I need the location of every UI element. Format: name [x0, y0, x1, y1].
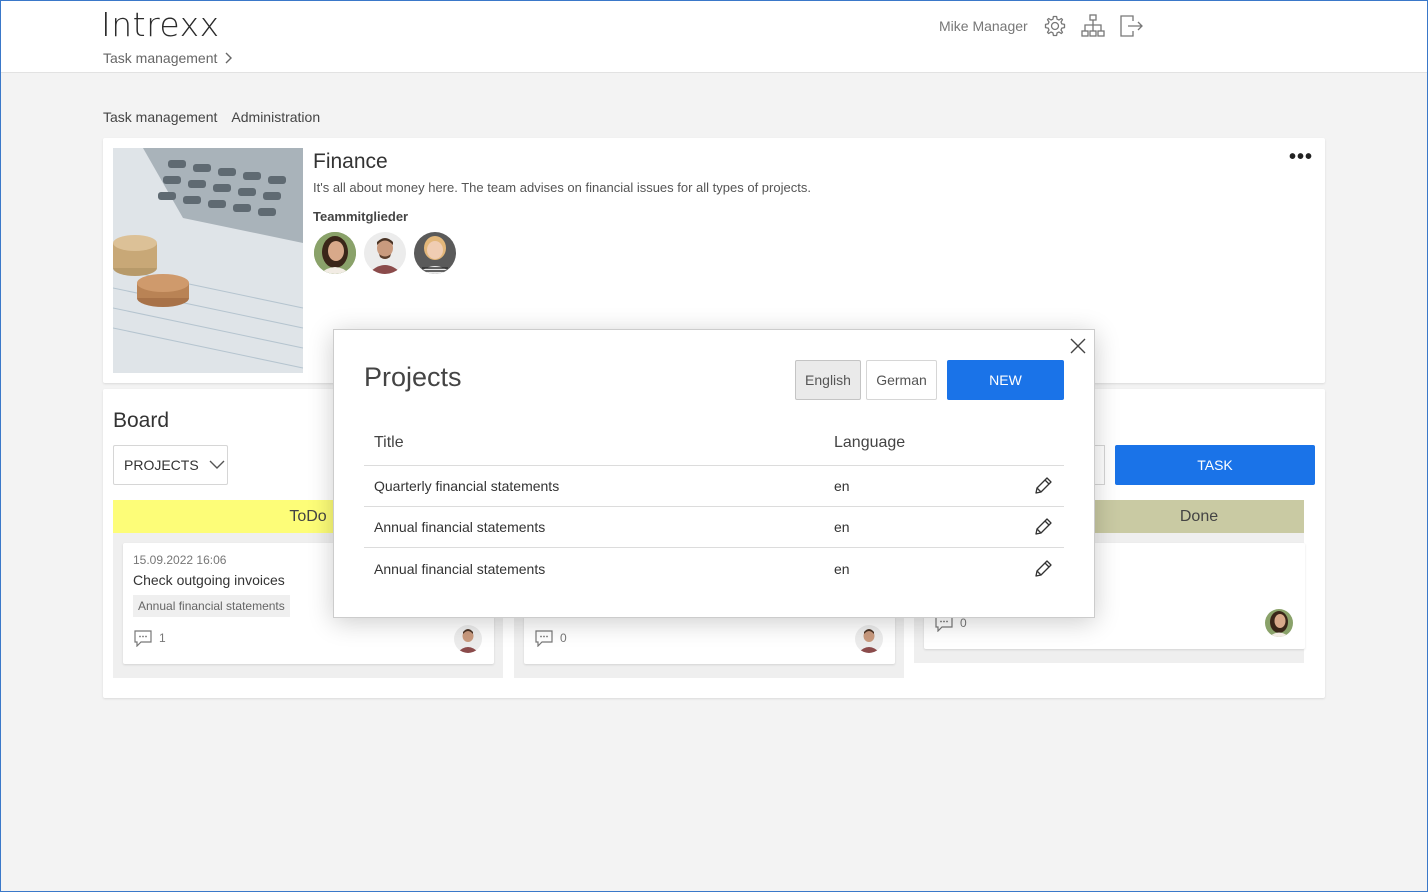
chevron-right-icon	[225, 52, 233, 64]
close-icon[interactable]	[1068, 336, 1088, 356]
row-language: en	[834, 560, 850, 577]
comment-count-value: 0	[960, 616, 967, 630]
sub-navigation: Task management Administration	[103, 109, 320, 125]
nav-task-management[interactable]: Task management	[103, 109, 217, 125]
column-header-label: Done	[1179, 507, 1219, 525]
column-header-language[interactable]: Language	[834, 434, 905, 452]
user-name[interactable]: Mike Manager	[939, 18, 1028, 34]
breadcrumb-item[interactable]: Task management	[103, 50, 217, 66]
logout-icon[interactable]	[1118, 13, 1144, 39]
table-row[interactable]: Quarterly financial statements en	[364, 466, 1064, 507]
user-area: Mike Manager	[939, 12, 1144, 40]
pencil-icon[interactable]	[1032, 475, 1054, 497]
table-row[interactable]: Annual financial statements en	[364, 507, 1064, 548]
new-project-button[interactable]: NEW	[947, 360, 1064, 400]
lang-german-button[interactable]: German	[866, 360, 937, 400]
lang-english-button[interactable]: English	[795, 360, 861, 400]
gear-icon[interactable]	[1042, 13, 1068, 39]
app-header: Intrexx Task management Mike Manager	[1, 1, 1427, 73]
comment-count[interactable]: 0	[534, 629, 567, 647]
new-task-button[interactable]: TASK	[1115, 445, 1315, 485]
table-row[interactable]: Annual financial statements en	[364, 548, 1064, 589]
team-title: Finance	[313, 150, 388, 173]
team-members	[314, 232, 456, 274]
avatar[interactable]	[454, 625, 482, 653]
board-title: Board	[113, 409, 170, 432]
nav-administration[interactable]: Administration	[231, 109, 320, 125]
task-title: Check outgoing invoices	[133, 572, 285, 588]
avatar[interactable]	[364, 232, 406, 274]
projects-dropdown[interactable]: PROJECTS	[113, 445, 228, 485]
team-members-label: Teammitglieder	[313, 209, 409, 224]
row-language: en	[834, 519, 850, 535]
row-title: Quarterly financial statements	[374, 478, 560, 494]
projects-dropdown-value: PROJECTS	[124, 457, 199, 473]
intrexx-logo[interactable]: Intrexx	[101, 5, 220, 44]
breadcrumb[interactable]: Task management	[103, 50, 233, 66]
team-image	[113, 148, 303, 373]
avatar[interactable]	[314, 232, 356, 274]
avatar[interactable]	[414, 232, 456, 274]
pencil-icon[interactable]	[1032, 516, 1054, 538]
sitemap-icon[interactable]	[1080, 13, 1106, 39]
task-tag: Annual financial statements	[133, 595, 290, 617]
comment-icon	[134, 630, 152, 647]
comment-count[interactable]: 1	[133, 629, 166, 647]
column-header-title[interactable]: Title	[374, 434, 404, 452]
comment-count-value: 0	[560, 631, 567, 645]
row-title: Annual financial statements	[374, 560, 546, 577]
avatar[interactable]	[855, 625, 883, 653]
row-language: en	[834, 478, 850, 494]
chevron-down-icon	[209, 460, 225, 469]
task-date: 15.09.2022 16:06	[133, 553, 227, 567]
pencil-icon[interactable]	[1032, 558, 1054, 580]
projects-table: Title Language Quarterly financial state…	[364, 420, 1064, 589]
comment-icon	[535, 630, 553, 647]
projects-dialog: Projects English German NEW Title Langua…	[333, 329, 1095, 618]
table-header: Title Language	[364, 420, 1064, 466]
avatar[interactable]	[1265, 609, 1293, 637]
row-title: Annual financial statements	[374, 519, 546, 535]
more-horizontal-icon[interactable]: •••	[1289, 147, 1313, 167]
team-description: It's all about money here. The team advi…	[313, 180, 811, 195]
dialog-title: Projects	[364, 362, 462, 392]
comment-count-value: 1	[159, 631, 166, 645]
